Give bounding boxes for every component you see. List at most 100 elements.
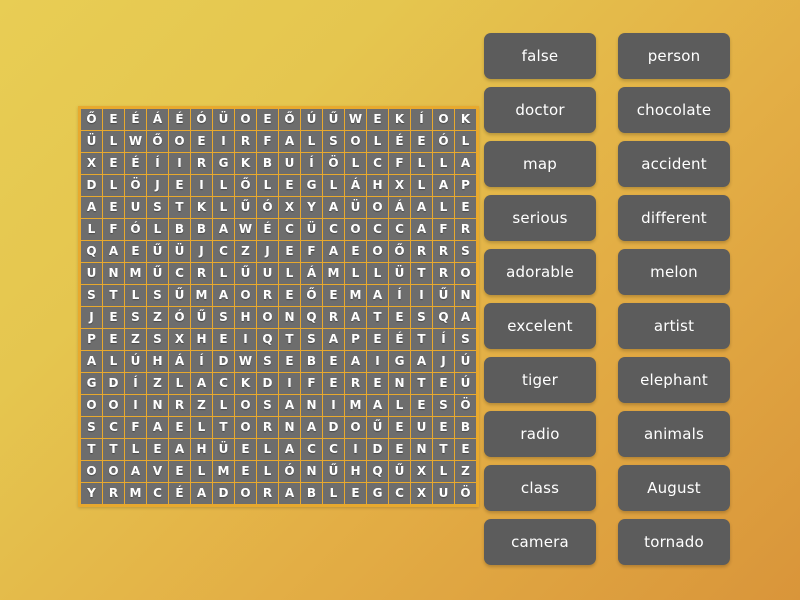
letter-cell[interactable]: M (191, 285, 212, 306)
letter-cell[interactable]: V (147, 461, 168, 482)
letter-cell[interactable]: Ö (455, 395, 476, 416)
letter-cell[interactable]: Í (147, 153, 168, 174)
word-button[interactable]: camera (484, 519, 596, 565)
letter-cell[interactable]: C (103, 417, 124, 438)
letter-cell[interactable]: A (367, 285, 388, 306)
word-button[interactable]: different (618, 195, 730, 241)
letter-cell[interactable]: R (433, 241, 454, 262)
letter-cell[interactable]: L (169, 373, 190, 394)
letter-cell[interactable]: É (389, 329, 410, 350)
letter-cell[interactable]: L (103, 351, 124, 372)
letter-cell[interactable]: E (411, 395, 432, 416)
letter-cell[interactable]: X (169, 329, 190, 350)
letter-cell[interactable]: O (367, 197, 388, 218)
letter-cell[interactable]: E (323, 373, 344, 394)
word-button[interactable]: artist (618, 303, 730, 349)
letter-cell[interactable]: C (323, 439, 344, 460)
letter-cell[interactable]: L (125, 439, 146, 460)
letter-cell[interactable]: S (213, 307, 234, 328)
letter-cell[interactable]: Ű (169, 285, 190, 306)
letter-cell[interactable]: A (345, 351, 366, 372)
letter-cell[interactable]: C (169, 263, 190, 284)
letter-cell[interactable]: M (125, 263, 146, 284)
letter-cell[interactable]: Ű (323, 461, 344, 482)
letter-cell[interactable]: A (323, 241, 344, 262)
letter-cell[interactable]: T (279, 329, 300, 350)
letter-cell[interactable]: X (411, 483, 432, 504)
letter-cell[interactable]: Ó (279, 461, 300, 482)
letter-cell[interactable]: O (103, 395, 124, 416)
letter-cell[interactable]: E (367, 109, 388, 130)
letter-cell[interactable]: T (103, 285, 124, 306)
letter-cell[interactable]: E (125, 241, 146, 262)
letter-cell[interactable]: Ő (279, 109, 300, 130)
letter-cell[interactable]: E (235, 439, 256, 460)
letter-cell[interactable]: R (191, 153, 212, 174)
letter-cell[interactable]: E (433, 417, 454, 438)
letter-cell[interactable]: Ő (147, 131, 168, 152)
word-button[interactable]: serious (484, 195, 596, 241)
letter-cell[interactable]: A (147, 417, 168, 438)
letter-cell[interactable]: S (147, 329, 168, 350)
letter-cell[interactable]: Q (433, 307, 454, 328)
letter-cell[interactable]: I (191, 175, 212, 196)
letter-cell[interactable]: M (345, 285, 366, 306)
letter-cell[interactable]: X (411, 461, 432, 482)
letter-cell[interactable]: H (191, 329, 212, 350)
letter-cell[interactable]: Ü (213, 439, 234, 460)
letter-cell[interactable]: Ü (169, 241, 190, 262)
letter-cell[interactable]: O (345, 219, 366, 240)
letter-cell[interactable]: L (301, 131, 322, 152)
letter-cell[interactable]: R (191, 263, 212, 284)
letter-cell[interactable]: Ű (323, 109, 344, 130)
letter-cell[interactable]: Ű (367, 417, 388, 438)
letter-cell[interactable]: S (81, 285, 102, 306)
letter-cell[interactable]: O (235, 483, 256, 504)
letter-cell[interactable]: O (433, 109, 454, 130)
letter-cell[interactable]: E (323, 351, 344, 372)
letter-cell[interactable]: P (455, 175, 476, 196)
letter-cell[interactable]: U (433, 483, 454, 504)
letter-cell[interactable]: E (191, 131, 212, 152)
letter-cell[interactable]: G (367, 483, 388, 504)
letter-cell[interactable]: Ó (125, 219, 146, 240)
letter-cell[interactable]: S (301, 329, 322, 350)
word-button[interactable]: class (484, 465, 596, 511)
letter-cell[interactable]: A (455, 307, 476, 328)
letter-cell[interactable]: I (411, 285, 432, 306)
letter-cell[interactable]: A (323, 197, 344, 218)
letter-cell[interactable]: F (257, 131, 278, 152)
letter-cell[interactable]: K (235, 373, 256, 394)
letter-grid[interactable]: ŐEÉÁÉÓÜOEŐÚŰWEKÍOKÜLWŐOEIRFALSOLÉEÓLXEÉÍ… (80, 108, 477, 505)
letter-cell[interactable]: T (367, 307, 388, 328)
letter-cell[interactable]: J (433, 351, 454, 372)
letter-cell[interactable]: X (389, 175, 410, 196)
letter-cell[interactable]: Q (257, 329, 278, 350)
letter-cell[interactable]: E (147, 439, 168, 460)
letter-cell[interactable]: N (301, 461, 322, 482)
letter-cell[interactable]: C (367, 219, 388, 240)
letter-cell[interactable]: A (103, 241, 124, 262)
letter-cell[interactable]: B (169, 219, 190, 240)
word-button[interactable]: excelent (484, 303, 596, 349)
letter-cell[interactable]: S (125, 307, 146, 328)
letter-cell[interactable]: B (257, 153, 278, 174)
letter-cell[interactable]: X (81, 153, 102, 174)
letter-cell[interactable]: R (411, 241, 432, 262)
letter-cell[interactable]: A (169, 439, 190, 460)
letter-cell[interactable]: I (345, 439, 366, 460)
letter-cell[interactable]: O (235, 395, 256, 416)
letter-cell[interactable]: H (147, 351, 168, 372)
letter-cell[interactable]: Ü (81, 131, 102, 152)
word-button[interactable]: radio (484, 411, 596, 457)
letter-cell[interactable]: S (257, 351, 278, 372)
letter-cell[interactable]: U (257, 263, 278, 284)
letter-cell[interactable]: L (433, 197, 454, 218)
letter-cell[interactable]: N (389, 373, 410, 394)
letter-cell[interactable]: T (169, 197, 190, 218)
letter-cell[interactable]: R (103, 483, 124, 504)
letter-cell[interactable]: O (455, 263, 476, 284)
letter-cell[interactable]: F (389, 153, 410, 174)
letter-cell[interactable]: B (455, 417, 476, 438)
letter-cell[interactable]: Ű (191, 307, 212, 328)
